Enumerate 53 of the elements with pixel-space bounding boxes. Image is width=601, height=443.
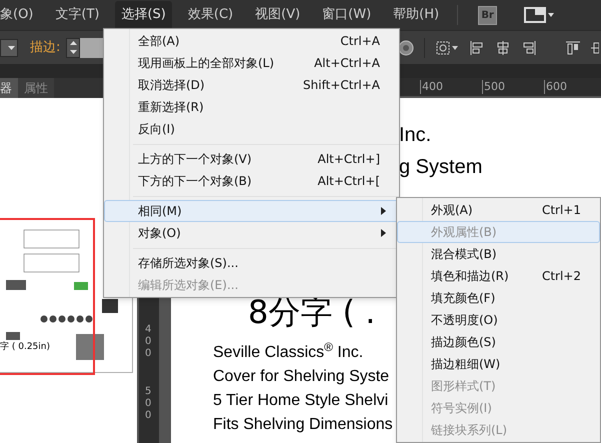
menu-item[interactable]: 存储所选对象(S)... (104, 252, 399, 274)
menu-bar-item[interactable]: 象(O) (0, 1, 40, 29)
menu-item[interactable]: 对象(O) (104, 222, 399, 244)
panel-tab[interactable]: 器 (0, 78, 18, 98)
align-top-icon[interactable] (565, 40, 581, 56)
document-text: Inc. (399, 123, 432, 148)
workspace-layout-icon[interactable] (524, 7, 554, 23)
ruler-label: 500 (145, 386, 152, 422)
document-heading: 8分字 ( . (248, 294, 376, 330)
document-text: 5 Tier Home Style Shelvi (213, 391, 388, 411)
stroke-stepper[interactable] (66, 38, 80, 58)
menu-bar-item[interactable]: 帮助(H) (387, 1, 446, 29)
dropdown-field[interactable] (0, 38, 18, 56)
down-arrow-icon[interactable] (70, 50, 77, 54)
menu-item[interactable]: 现用画板上的全部对象(L) Alt+Ctrl+A (104, 52, 399, 74)
align-selection-icon[interactable] (435, 40, 459, 56)
menu-item[interactable]: 下方的下一个对象(B) Alt+Ctrl+[ (104, 170, 399, 192)
ruler-label: 400 (145, 324, 152, 360)
document-text: Cover for Shelving Syste (213, 367, 390, 387)
menu-item[interactable]: 描边颜色(S) (397, 331, 600, 353)
ruler-label: 600 (544, 80, 567, 94)
align-center-icon[interactable] (495, 40, 511, 56)
menu-item[interactable]: 混合模式(B) (397, 243, 600, 265)
ruler-label: 500 (482, 80, 505, 94)
menu-bar-item[interactable]: 文字(T) (49, 1, 106, 29)
menu-item[interactable]: 重新选择(R) (104, 96, 399, 118)
preview-caption: 字 ( 0.25in) (0, 341, 50, 354)
menu-item[interactable]: 上方的下一个对象(V) Alt+Ctrl+] (104, 148, 399, 170)
align-right-icon[interactable] (521, 40, 537, 56)
stroke-label: 描边: (30, 38, 60, 57)
menu-bar-item[interactable]: 选择(S) (115, 1, 172, 29)
align-left-icon[interactable] (469, 40, 485, 56)
menu-item[interactable]: 取消选择(D) Shift+Ctrl+A (104, 74, 399, 96)
ruler-label: 400 (420, 80, 443, 94)
menu-item[interactable]: 反向(I) (104, 118, 399, 140)
menu-bar-item[interactable]: 效果(C) (182, 1, 240, 29)
menu-item[interactable]: 填色和描边(R) Ctrl+2 (397, 265, 600, 287)
menu-item[interactable]: 全部(A) Ctrl+A (104, 30, 399, 52)
document-text: Seville Classics$^{®}$ Inc. (213, 341, 364, 363)
document-text: g System (399, 155, 482, 180)
submenu-arrow-icon (381, 229, 386, 237)
align-middle-icon[interactable] (591, 40, 599, 56)
menu-item[interactable]: 描边粗细(W) (397, 353, 600, 375)
document-text: Fits Shelving Dimensions (213, 415, 393, 435)
submenu-arrow-icon (381, 207, 386, 215)
menu-bar-item[interactable]: 视图(V) (249, 1, 306, 29)
caret-icon (8, 46, 15, 50)
menu-bar-item[interactable]: 窗口(W) (316, 1, 378, 29)
menu-item[interactable]: 外观(A) Ctrl+1 (397, 199, 600, 221)
menu-item[interactable]: 不透明度(O) (397, 309, 600, 331)
up-arrow-icon[interactable] (70, 41, 77, 45)
menu-item[interactable]: 相同(M) (104, 200, 399, 222)
menu-item[interactable]: 填充颜色(F) (397, 287, 600, 309)
